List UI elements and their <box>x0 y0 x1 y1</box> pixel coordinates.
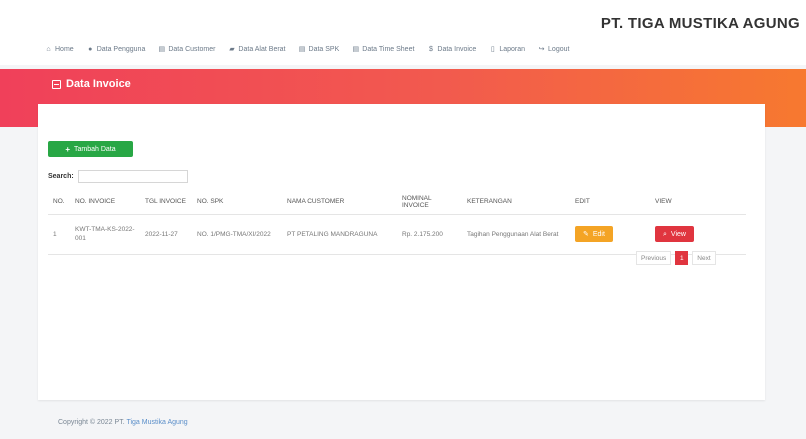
nav-label: Data Invoice <box>437 46 477 53</box>
user-icon: ● <box>88 46 93 53</box>
cell-view: ⌕ View <box>650 214 746 255</box>
truck-icon: ▰ <box>229 46 235 53</box>
cell-spk: NO. 1/PMG-TMA/XI/2022 <box>192 214 282 255</box>
cell-no: 1 <box>48 214 70 255</box>
invoice-table: NO. NO. INVOICE TGL INVOICE NO. SPK NAMA… <box>48 190 746 255</box>
cell-customer: PT PETALING MANDRAGUNA <box>282 214 397 255</box>
edit-icon: ✎ <box>583 230 589 238</box>
page-title-text: Data Invoice <box>66 78 131 90</box>
add-data-button[interactable]: + Tambah Data <box>48 141 133 157</box>
nav-label: Home <box>55 46 74 53</box>
nav-data-spk[interactable]: ▤ Data SPK <box>299 46 340 53</box>
home-icon: ⌂ <box>46 46 51 53</box>
view-button[interactable]: ⌕ View <box>655 226 694 242</box>
col-customer[interactable]: NAMA CUSTOMER <box>282 190 397 215</box>
nav-laporan[interactable]: ▯ Laporan <box>489 46 525 53</box>
view-label: View <box>670 230 686 238</box>
col-edit[interactable]: EDIT <box>570 190 650 215</box>
nav-data-pengguna[interactable]: ● Data Pengguna <box>87 46 146 53</box>
list-icon: ▤ <box>298 46 306 53</box>
col-no[interactable]: NO. <box>48 190 70 215</box>
brand-title: PT. TIGA MUSTIKA AGUNG <box>600 15 800 32</box>
nav-home[interactable]: ⌂ Home <box>45 46 74 53</box>
list-icon: ▤ <box>158 46 166 53</box>
logout-icon: ↪ <box>538 46 545 53</box>
col-date[interactable]: TGL INVOICE <box>140 190 192 215</box>
pagination-next[interactable]: Next <box>692 251 716 265</box>
list-icon: ▤ <box>352 46 360 53</box>
dollar-icon: $ <box>428 46 433 53</box>
col-invoice[interactable]: NO. INVOICE <box>70 190 140 215</box>
page-title: Data Invoice <box>52 78 131 90</box>
add-button-label: Tambah Data <box>74 145 116 153</box>
cell-edit: ✎ Edit <box>570 214 650 255</box>
file-icon: ▯ <box>490 46 495 53</box>
edit-label: Edit <box>592 230 605 238</box>
table-icon <box>52 79 61 89</box>
col-spk[interactable]: NO. SPK <box>192 190 282 215</box>
pagination: Previous 1 Next <box>636 251 716 265</box>
nav-label: Data SPK <box>308 46 340 53</box>
col-note[interactable]: KETERANGAN <box>462 190 570 215</box>
footer: Copyright © 2022 PT. Tiga Mustika Agung <box>58 419 188 426</box>
nav-label: Data Customer <box>168 46 216 53</box>
plus-icon: + <box>65 144 71 154</box>
table-row: 1 KWT-TMA-KS-2022-001 2022-11-27 NO. 1/P… <box>48 214 746 255</box>
search-box: Search: <box>48 170 188 183</box>
col-nominal[interactable]: NOMINAL INVOICE <box>397 190 462 215</box>
nav-label: Data Time Sheet <box>362 46 415 53</box>
search-icon: ⌕ <box>663 230 667 238</box>
col-view[interactable]: VIEW <box>650 190 746 215</box>
nav-label: Data Pengguna <box>96 46 146 53</box>
nav-data-customer[interactable]: ▤ Data Customer <box>158 46 216 53</box>
top-navbar: PT. TIGA MUSTIKA AGUNG ⌂ Home ● Data Pengg… <box>0 0 806 65</box>
edit-button[interactable]: ✎ Edit <box>575 226 613 242</box>
cell-invoice: KWT-TMA-KS-2022-001 <box>70 214 140 255</box>
pagination-page-1[interactable]: 1 <box>675 251 689 265</box>
cell-note: Tagihan Penggunaan Alat Berat <box>462 214 570 255</box>
nav-label: Logout <box>548 46 570 53</box>
cell-nominal: Rp. 2.175.200 <box>397 214 462 255</box>
footer-copyright: Copyright © 2022 PT. <box>58 419 125 426</box>
search-label: Search: <box>48 173 74 180</box>
nav-data-invoice[interactable]: $ Data Invoice <box>427 46 476 53</box>
nav-label: Data Alat Berat <box>238 46 286 53</box>
main-nav: ⌂ Home ● Data Pengguna ▤ Data Customer ▰ Dat… <box>45 46 569 53</box>
pagination-previous[interactable]: Previous <box>636 251 672 265</box>
nav-logout[interactable]: ↪ Logout <box>538 46 570 53</box>
nav-data-alat-berat[interactable]: ▰ Data Alat Berat <box>228 46 285 53</box>
footer-company-link[interactable]: Tiga Mustika Agung <box>126 419 187 426</box>
table-header-row: NO. NO. INVOICE TGL INVOICE NO. SPK NAMA… <box>48 190 746 215</box>
nav-label: Laporan <box>499 46 526 53</box>
nav-data-time-sheet[interactable]: ▤ Data Time Sheet <box>352 46 414 53</box>
cell-date: 2022-11-27 <box>140 214 192 255</box>
search-input[interactable] <box>77 170 188 183</box>
